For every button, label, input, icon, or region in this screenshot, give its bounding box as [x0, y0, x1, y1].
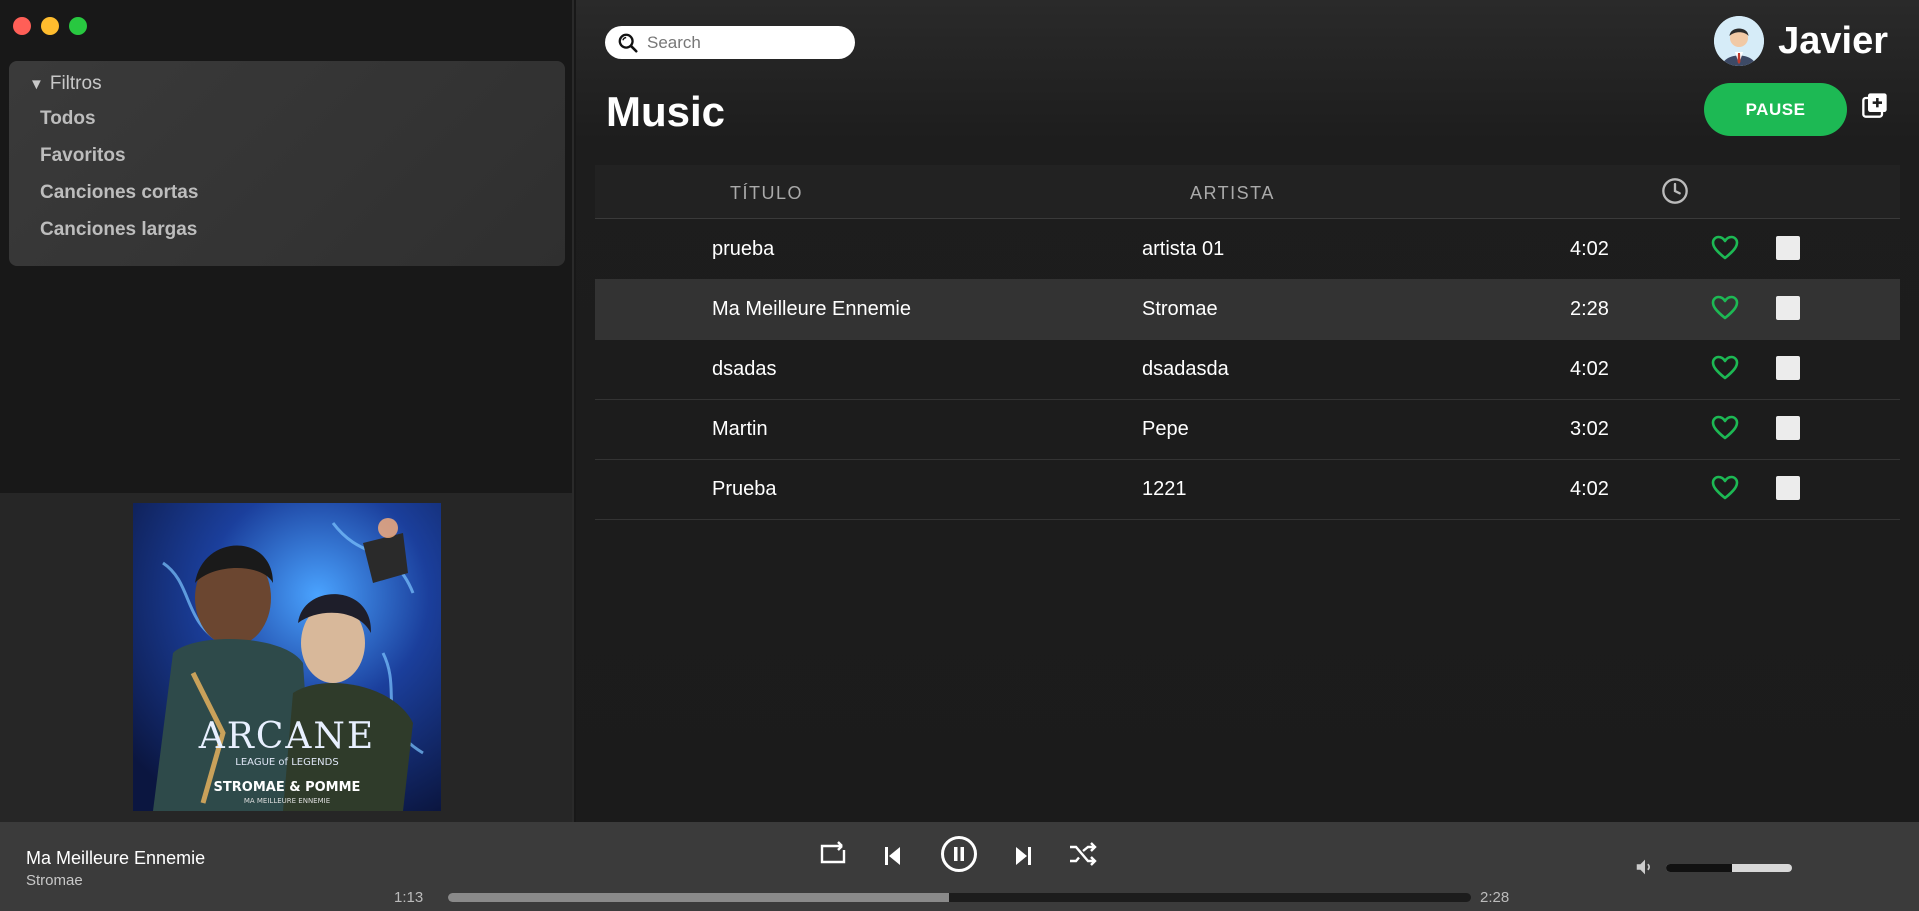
pause-button[interactable]: PAUSE — [1704, 83, 1847, 136]
song-artist: Stromae — [1142, 298, 1218, 320]
album-cover: ARCANE LEAGUE of LEGENDS STROMAE & POMME… — [133, 503, 441, 811]
close-window-button[interactable] — [13, 17, 31, 35]
song-artist: Pepe — [1142, 418, 1189, 440]
search-input[interactable] — [647, 32, 837, 53]
table-row[interactable]: prueba artista 01 4:02 — [595, 220, 1900, 280]
table-header: TÍTULO ARTISTA — [595, 165, 1900, 219]
shuffle-icon[interactable] — [1068, 840, 1098, 868]
search-bar[interactable] — [605, 26, 855, 59]
previous-icon[interactable] — [884, 844, 902, 868]
volume-icon[interactable] — [1634, 856, 1656, 878]
table-row[interactable]: Martin Pepe 3:02 — [595, 400, 1900, 460]
column-artist-header[interactable]: ARTISTA — [1190, 183, 1275, 204]
table-row[interactable]: Prueba 1221 4:02 — [595, 460, 1900, 520]
select-checkbox[interactable] — [1776, 296, 1800, 320]
select-checkbox[interactable] — [1776, 236, 1800, 260]
clock-icon[interactable] — [1661, 177, 1689, 205]
select-checkbox[interactable] — [1776, 416, 1800, 440]
cover-song: MA MEILLEURE ENNEMIE — [244, 797, 330, 805]
song-duration: 2:28 — [1570, 298, 1609, 320]
song-title: prueba — [712, 238, 775, 260]
select-checkbox[interactable] — [1776, 356, 1800, 380]
maximize-window-button[interactable] — [69, 17, 87, 35]
user-name: Javier — [1778, 19, 1888, 62]
heart-icon[interactable] — [1711, 295, 1739, 321]
filter-canciones-cortas[interactable]: Canciones cortas — [40, 179, 553, 216]
search-icon — [618, 33, 638, 53]
song-title: dsadas — [712, 358, 777, 380]
song-duration: 4:02 — [1570, 358, 1609, 380]
user-profile[interactable]: Javier — [1714, 16, 1888, 66]
heart-icon[interactable] — [1711, 415, 1739, 441]
pause-icon[interactable] — [940, 835, 978, 873]
song-list: prueba artista 01 4:02 Ma Meilleure Ennemie… — [595, 220, 1900, 520]
current-time: 1:13 — [394, 889, 424, 906]
cover-subtitle: LEAGUE of LEGENDS — [235, 757, 338, 768]
now-playing-artist: Stromae — [26, 872, 83, 889]
song-title: Ma Meilleure Ennemie — [712, 298, 911, 320]
window-controls — [13, 17, 87, 35]
minimize-window-button[interactable] — [41, 17, 59, 35]
filter-favoritos[interactable]: Favoritos — [40, 142, 553, 179]
song-duration: 4:02 — [1570, 238, 1609, 260]
song-artist: artista 01 — [1142, 238, 1225, 260]
player-bar: Ma Meilleure Ennemie Stromae 1:13 2:28 — [0, 822, 1919, 911]
add-playlist-icon[interactable] — [1861, 91, 1889, 119]
column-title-header[interactable]: TÍTULO — [730, 183, 803, 204]
song-title: Martin — [712, 418, 768, 440]
song-artist: dsadasda — [1142, 358, 1229, 380]
song-title: Prueba — [712, 478, 777, 500]
cover-artists: STROMAE & POMME — [214, 780, 361, 795]
triangle-down-icon: ▼ — [29, 75, 44, 93]
filters-panel: ▼ Filtros Todos Favoritos Canciones cort… — [9, 61, 565, 266]
heart-icon[interactable] — [1711, 355, 1739, 381]
main-content: Javier Music PAUSE TÍTULO ARTISTA prueba… — [576, 0, 1919, 822]
total-time: 2:28 — [1480, 889, 1510, 906]
cover-title: ARCANE — [198, 716, 375, 757]
volume-slider[interactable] — [1666, 864, 1792, 872]
table-row[interactable]: dsadas dsadasda 4:02 — [595, 340, 1900, 400]
avatar[interactable] — [1714, 16, 1765, 66]
volume-fill — [1666, 864, 1732, 872]
filters-toggle[interactable]: ▼ Filtros — [29, 73, 553, 95]
next-icon[interactable] — [1014, 844, 1032, 868]
table-row[interactable]: Ma Meilleure Ennemie Stromae 2:28 — [595, 280, 1900, 340]
select-checkbox[interactable] — [1776, 476, 1800, 500]
page-title: Music — [606, 88, 726, 135]
song-artist: 1221 — [1142, 478, 1187, 500]
filter-todos[interactable]: Todos — [40, 105, 553, 142]
music-app: ▼ Filtros Todos Favoritos Canciones cort… — [0, 0, 1919, 911]
song-duration: 3:02 — [1570, 418, 1609, 440]
heart-icon[interactable] — [1711, 475, 1739, 501]
now-playing-title: Ma Meilleure Ennemie — [26, 848, 206, 868]
song-duration: 4:02 — [1570, 478, 1609, 500]
filters-title: Filtros — [49, 73, 102, 94]
repeat-icon[interactable] — [818, 840, 848, 868]
progress-fill — [448, 893, 950, 902]
heart-icon[interactable] — [1711, 235, 1739, 261]
progress-bar[interactable] — [448, 893, 1471, 902]
filter-canciones-largas[interactable]: Canciones largas — [40, 216, 553, 253]
